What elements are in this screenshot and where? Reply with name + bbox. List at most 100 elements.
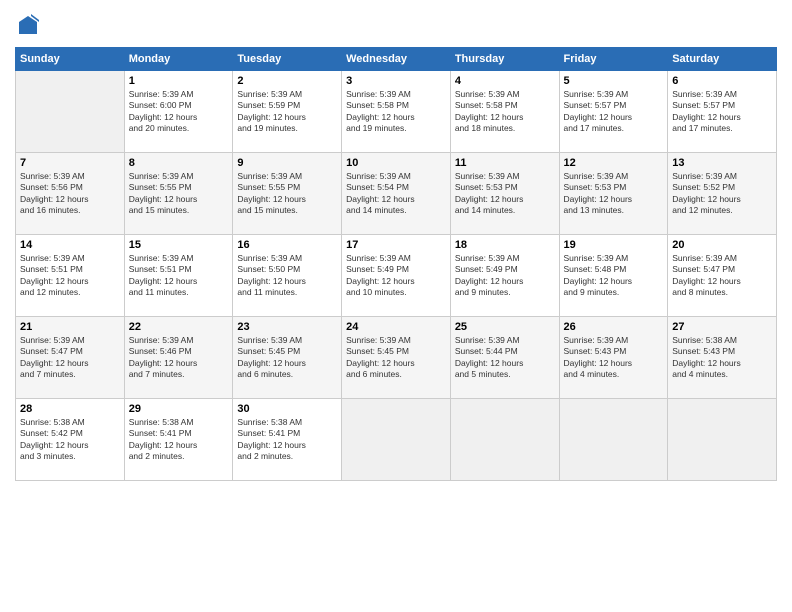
day-cell: 23 Sunrise: 5:39 AM Sunset: 5:45 PM Dayli… — [233, 316, 342, 398]
day-number: 5 — [564, 75, 664, 87]
day-cell: 25 Sunrise: 5:39 AM Sunset: 5:44 PM Dayli… — [450, 316, 559, 398]
day-cell — [16, 70, 125, 152]
day-number: 21 — [20, 321, 120, 333]
day-info: Sunrise: 5:39 AM Sunset: 5:58 PM Dayligh… — [455, 89, 555, 135]
day-number: 20 — [672, 239, 772, 251]
calendar-header — [15, 10, 777, 41]
day-info: Sunrise: 5:39 AM Sunset: 5:49 PM Dayligh… — [455, 253, 555, 299]
day-cell — [559, 398, 668, 480]
day-info: Sunrise: 5:39 AM Sunset: 6:00 PM Dayligh… — [129, 89, 229, 135]
day-cell: 15 Sunrise: 5:39 AM Sunset: 5:51 PM Dayli… — [124, 234, 233, 316]
day-info: Sunrise: 5:39 AM Sunset: 5:49 PM Dayligh… — [346, 253, 446, 299]
day-info: Sunrise: 5:39 AM Sunset: 5:55 PM Dayligh… — [129, 171, 229, 217]
week-row-4: 21 Sunrise: 5:39 AM Sunset: 5:47 PM Dayli… — [16, 316, 777, 398]
day-cell: 9 Sunrise: 5:39 AM Sunset: 5:55 PM Daylig… — [233, 152, 342, 234]
day-number: 6 — [672, 75, 772, 87]
day-cell: 5Sunrise: 5:39 AM Sunset: 5:57 PM Daylig… — [559, 70, 668, 152]
day-number: 7 — [20, 157, 120, 169]
day-info: Sunrise: 5:39 AM Sunset: 5:50 PM Dayligh… — [237, 253, 337, 299]
day-cell: 18 Sunrise: 5:39 AM Sunset: 5:49 PM Dayli… — [450, 234, 559, 316]
day-cell: 17 Sunrise: 5:39 AM Sunset: 5:49 PM Dayli… — [342, 234, 451, 316]
day-cell: 2 Sunrise: 5:39 AM Sunset: 5:59 PM Daylig… — [233, 70, 342, 152]
col-header-thursday: Thursday — [450, 47, 559, 70]
week-row-5: 28 Sunrise: 5:38 AM Sunset: 5:42 PM Dayli… — [16, 398, 777, 480]
day-cell — [342, 398, 451, 480]
week-row-3: 14 Sunrise: 5:39 AM Sunset: 5:51 PM Dayli… — [16, 234, 777, 316]
day-number: 10 — [346, 157, 446, 169]
day-info: Sunrise: 5:39 AM Sunset: 5:54 PM Dayligh… — [346, 171, 446, 217]
day-info: Sunrise: 5:38 AM Sunset: 5:41 PM Dayligh… — [237, 417, 337, 463]
day-cell: 30 Sunrise: 5:38 AM Sunset: 5:41 PM Dayli… — [233, 398, 342, 480]
day-cell: 10 Sunrise: 5:39 AM Sunset: 5:54 PM Dayli… — [342, 152, 451, 234]
logo — [15, 14, 39, 41]
day-info: Sunrise: 5:39 AM Sunset: 5:52 PM Dayligh… — [672, 171, 772, 217]
day-info: Sunrise: 5:39 AM Sunset: 5:44 PM Dayligh… — [455, 335, 555, 381]
day-number: 12 — [564, 157, 664, 169]
day-info: Sunrise: 5:39 AM Sunset: 5:51 PM Dayligh… — [129, 253, 229, 299]
day-number: 30 — [237, 403, 337, 415]
day-number: 25 — [455, 321, 555, 333]
day-number: 23 — [237, 321, 337, 333]
day-info: Sunrise: 5:39 AM Sunset: 5:58 PM Dayligh… — [346, 89, 446, 135]
day-cell: 24Sunrise: 5:39 AM Sunset: 5:45 PM Dayli… — [342, 316, 451, 398]
day-cell: 29 Sunrise: 5:38 AM Sunset: 5:41 PM Dayli… — [124, 398, 233, 480]
day-info: Sunrise: 5:39 AM Sunset: 5:48 PM Dayligh… — [564, 253, 664, 299]
day-info: Sunrise: 5:39 AM Sunset: 5:47 PM Dayligh… — [20, 335, 120, 381]
day-number: 16 — [237, 239, 337, 251]
day-cell: 13 Sunrise: 5:39 AM Sunset: 5:52 PM Dayli… — [668, 152, 777, 234]
day-info: Sunrise: 5:39 AM Sunset: 5:53 PM Dayligh… — [455, 171, 555, 217]
day-number: 11 — [455, 157, 555, 169]
day-number: 13 — [672, 157, 772, 169]
day-number: 18 — [455, 239, 555, 251]
day-cell: 1 Sunrise: 5:39 AM Sunset: 6:00 PM Daylig… — [124, 70, 233, 152]
day-cell: 19Sunrise: 5:39 AM Sunset: 5:48 PM Dayli… — [559, 234, 668, 316]
day-number: 15 — [129, 239, 229, 251]
day-cell — [668, 398, 777, 480]
day-info: Sunrise: 5:38 AM Sunset: 5:42 PM Dayligh… — [20, 417, 120, 463]
calendar-table: SundayMondayTuesdayWednesdayThursdayFrid… — [15, 47, 777, 481]
day-cell: 7 Sunrise: 5:39 AM Sunset: 5:56 PM Daylig… — [16, 152, 125, 234]
day-number: 22 — [129, 321, 229, 333]
day-cell: 11 Sunrise: 5:39 AM Sunset: 5:53 PM Dayli… — [450, 152, 559, 234]
day-number: 9 — [237, 157, 337, 169]
day-cell: 16 Sunrise: 5:39 AM Sunset: 5:50 PM Dayli… — [233, 234, 342, 316]
day-cell: 26 Sunrise: 5:39 AM Sunset: 5:43 PM Dayli… — [559, 316, 668, 398]
col-header-wednesday: Wednesday — [342, 47, 451, 70]
day-info: Sunrise: 5:39 AM Sunset: 5:55 PM Dayligh… — [237, 171, 337, 217]
day-number: 14 — [20, 239, 120, 251]
logo-icon — [17, 14, 39, 36]
day-info: Sunrise: 5:39 AM Sunset: 5:43 PM Dayligh… — [564, 335, 664, 381]
day-number: 1 — [129, 75, 229, 87]
day-info: Sunrise: 5:39 AM Sunset: 5:46 PM Dayligh… — [129, 335, 229, 381]
day-cell: 12Sunrise: 5:39 AM Sunset: 5:53 PM Dayli… — [559, 152, 668, 234]
day-info: Sunrise: 5:39 AM Sunset: 5:57 PM Dayligh… — [672, 89, 772, 135]
day-info: Sunrise: 5:39 AM Sunset: 5:56 PM Dayligh… — [20, 171, 120, 217]
day-number: 2 — [237, 75, 337, 87]
day-info: Sunrise: 5:39 AM Sunset: 5:51 PM Dayligh… — [20, 253, 120, 299]
day-cell: 14 Sunrise: 5:39 AM Sunset: 5:51 PM Dayli… — [16, 234, 125, 316]
col-header-monday: Monday — [124, 47, 233, 70]
day-number: 24 — [346, 321, 446, 333]
day-info: Sunrise: 5:39 AM Sunset: 5:45 PM Dayligh… — [237, 335, 337, 381]
day-number: 8 — [129, 157, 229, 169]
col-header-sunday: Sunday — [16, 47, 125, 70]
day-number: 28 — [20, 403, 120, 415]
calendar-page: SundayMondayTuesdayWednesdayThursdayFrid… — [0, 0, 792, 612]
day-number: 29 — [129, 403, 229, 415]
day-number: 17 — [346, 239, 446, 251]
day-cell: 27Sunrise: 5:38 AM Sunset: 5:43 PM Dayli… — [668, 316, 777, 398]
calendar-header-row: SundayMondayTuesdayWednesdayThursdayFrid… — [16, 47, 777, 70]
col-header-tuesday: Tuesday — [233, 47, 342, 70]
col-header-saturday: Saturday — [668, 47, 777, 70]
col-header-friday: Friday — [559, 47, 668, 70]
day-cell: 22 Sunrise: 5:39 AM Sunset: 5:46 PM Dayli… — [124, 316, 233, 398]
day-number: 4 — [455, 75, 555, 87]
day-info: Sunrise: 5:38 AM Sunset: 5:41 PM Dayligh… — [129, 417, 229, 463]
day-cell: 6 Sunrise: 5:39 AM Sunset: 5:57 PM Daylig… — [668, 70, 777, 152]
day-info: Sunrise: 5:39 AM Sunset: 5:59 PM Dayligh… — [237, 89, 337, 135]
day-cell — [450, 398, 559, 480]
day-cell: 8 Sunrise: 5:39 AM Sunset: 5:55 PM Daylig… — [124, 152, 233, 234]
week-row-2: 7 Sunrise: 5:39 AM Sunset: 5:56 PM Daylig… — [16, 152, 777, 234]
day-number: 26 — [564, 321, 664, 333]
day-number: 3 — [346, 75, 446, 87]
